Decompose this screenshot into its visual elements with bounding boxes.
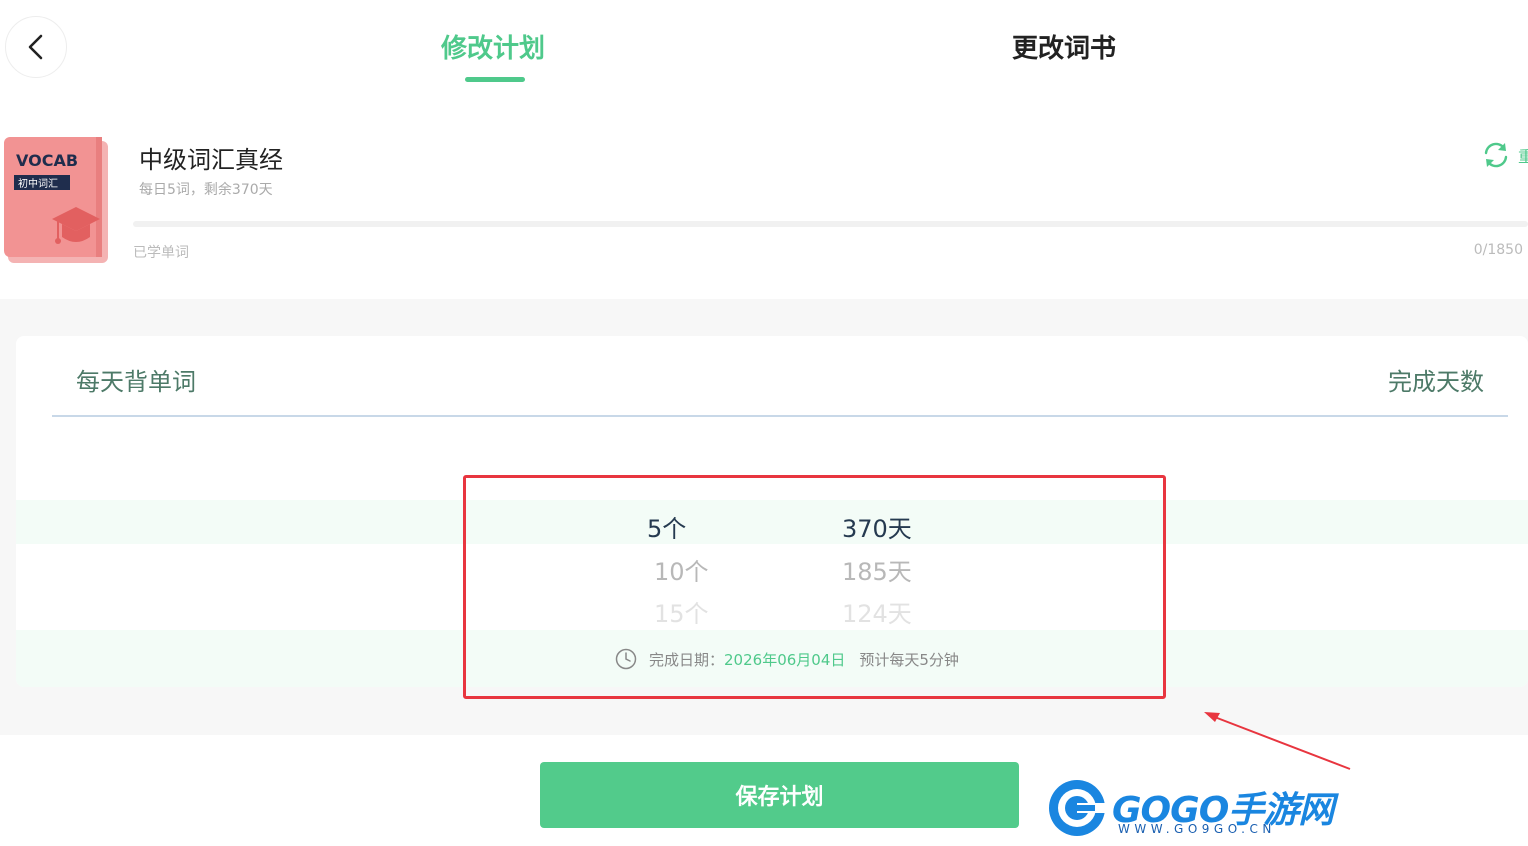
words-option[interactable]: 10个 bbox=[654, 552, 709, 587]
chevron-left-icon bbox=[28, 34, 43, 60]
reset-label: 重 bbox=[1518, 147, 1528, 166]
daily-time-estimate: 预计每天5分钟 bbox=[859, 650, 959, 669]
book-plan-summary: 每日5词，剩余370天 bbox=[139, 182, 273, 198]
active-tab-indicator bbox=[465, 77, 525, 82]
back-button[interactable] bbox=[5, 16, 67, 78]
clock-icon bbox=[615, 648, 637, 670]
words-per-day-header: 每天背单词 bbox=[76, 368, 196, 396]
days-option[interactable]: 185天 bbox=[842, 552, 912, 587]
save-plan-button[interactable]: 保存计划 bbox=[540, 762, 1019, 828]
finish-date-value: 2026年06月04日 bbox=[724, 650, 846, 669]
days-option-selected[interactable]: 370天 bbox=[842, 509, 912, 544]
plan-picker-card: 每天背单词 完成天数 bbox=[16, 336, 1528, 687]
words-option-selected[interactable]: 5个 bbox=[647, 509, 686, 544]
refresh-icon bbox=[1484, 142, 1508, 168]
book-title: 中级词汇真经 bbox=[139, 146, 283, 174]
learned-words-count: 0/1850 bbox=[1473, 242, 1523, 258]
days-to-complete-header: 完成天数 bbox=[1388, 368, 1484, 396]
book-cover: VOCAB 初中词汇 bbox=[4, 137, 108, 263]
learned-words-label: 已学单词 bbox=[133, 245, 189, 261]
reset-button[interactable]: 重 bbox=[1480, 139, 1528, 171]
book-cover-brand: VOCAB bbox=[16, 151, 78, 170]
annotation-arrow bbox=[1204, 712, 1351, 770]
finish-date-label: 完成日期： bbox=[649, 650, 725, 669]
book-cover-tag: 初中词汇 bbox=[18, 177, 58, 190]
picker-selected-band bbox=[16, 500, 1528, 544]
tab-modify-plan[interactable]: 修改计划 bbox=[441, 28, 545, 65]
days-option[interactable]: 124天 bbox=[842, 594, 912, 629]
watermark-url: WWW.GO9GO.CN bbox=[1118, 822, 1276, 836]
learning-progress-bar bbox=[133, 221, 1528, 227]
header-divider bbox=[52, 415, 1508, 417]
finish-date-row: 完成日期： 2026年06月04日 预计每天5分钟 bbox=[615, 648, 959, 670]
watermark-logo: GOGO手游网 WWW.GO9GO.CN bbox=[1046, 777, 1334, 839]
words-option[interactable]: 15个 bbox=[654, 594, 709, 629]
gogo-logo-icon bbox=[1049, 780, 1108, 836]
tab-change-book[interactable]: 更改词书 bbox=[1012, 28, 1116, 65]
